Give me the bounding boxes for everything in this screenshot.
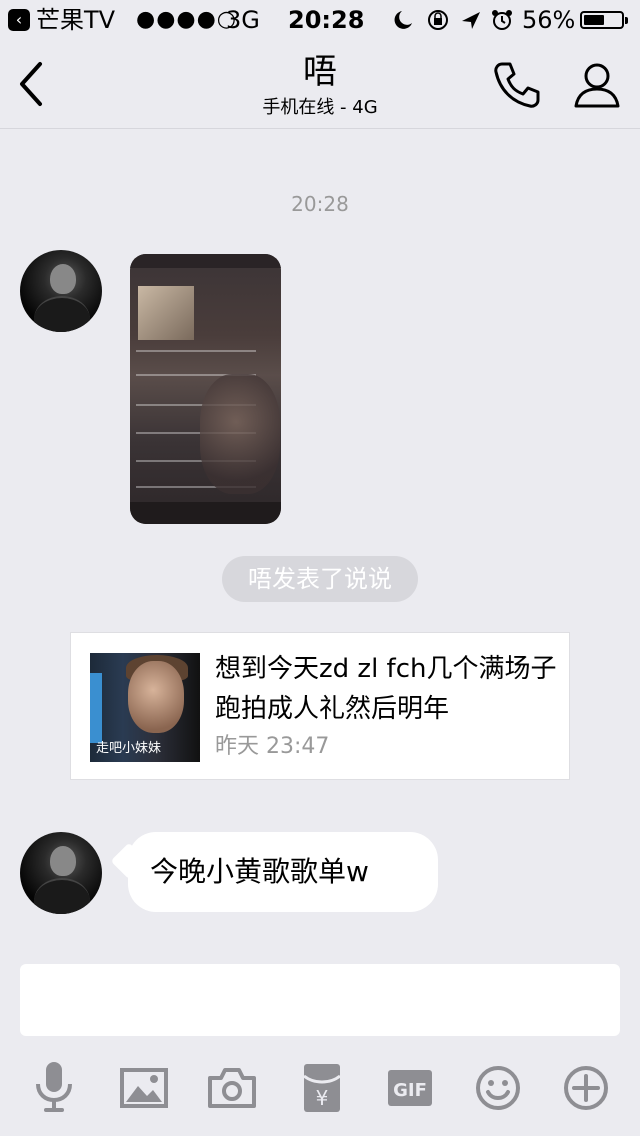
gif-icon[interactable]: GIF: [386, 1060, 434, 1116]
phone-icon[interactable]: [492, 60, 542, 110]
rotation-lock-icon: [428, 10, 448, 30]
red-packet-icon[interactable]: ¥: [298, 1060, 346, 1116]
post-thumbnail: 走吧小妹妹: [90, 653, 200, 762]
emoji-icon[interactable]: [474, 1060, 522, 1116]
svg-text:¥: ¥: [316, 1086, 329, 1110]
input-toolbar: ¥ GIF: [0, 1060, 640, 1120]
shared-post-card[interactable]: 走吧小妹妹 想到今天zd zl fch几个满场子跑拍成人礼然后明年 昨天 23:…: [70, 632, 570, 780]
system-note: 唔发表了说说: [222, 556, 418, 602]
battery-percent: 56%: [522, 6, 576, 34]
post-text: 想到今天zd zl fch几个满场子跑拍成人礼然后明年: [215, 654, 557, 724]
plus-icon[interactable]: [562, 1060, 610, 1116]
message-input[interactable]: [20, 964, 620, 1036]
status-icons: [394, 10, 512, 30]
chat-header: 唔 手机在线 - 4G: [0, 40, 640, 129]
status-bar: ‹ 芒果TV ●●●●○ 3G 20:28 56%: [0, 0, 640, 40]
status-time: 20:28: [288, 6, 365, 34]
thumbnail-caption: 走吧小妹妹: [96, 741, 162, 756]
post-time: 昨天 23:47: [215, 734, 330, 759]
battery-icon: [580, 11, 628, 29]
avatar[interactable]: [20, 250, 102, 332]
back-to-app-icon[interactable]: ‹: [8, 9, 30, 31]
profile-icon[interactable]: [572, 60, 622, 110]
microphone-icon[interactable]: [30, 1060, 78, 1116]
battery-fill: [584, 15, 604, 25]
network-type: 3G: [226, 6, 260, 34]
avatar[interactable]: [20, 832, 102, 914]
camera-icon[interactable]: [208, 1060, 256, 1116]
image-message[interactable]: [130, 254, 281, 524]
carrier-label: 芒果TV: [36, 6, 116, 34]
chat-timestamp: 20:28: [291, 192, 349, 216]
contact-name: 唔: [303, 52, 337, 92]
alarm-icon: [492, 10, 512, 30]
signal-strength: ●●●●○: [136, 7, 237, 32]
svg-text:GIF: GIF: [393, 1080, 427, 1101]
contact-status: 手机在线 - 4G: [262, 97, 378, 118]
image-icon[interactable]: [120, 1060, 168, 1116]
message-text: 今晚小黄歌歌单w: [150, 855, 369, 888]
moon-icon: [394, 11, 412, 29]
location-icon: [462, 12, 480, 29]
